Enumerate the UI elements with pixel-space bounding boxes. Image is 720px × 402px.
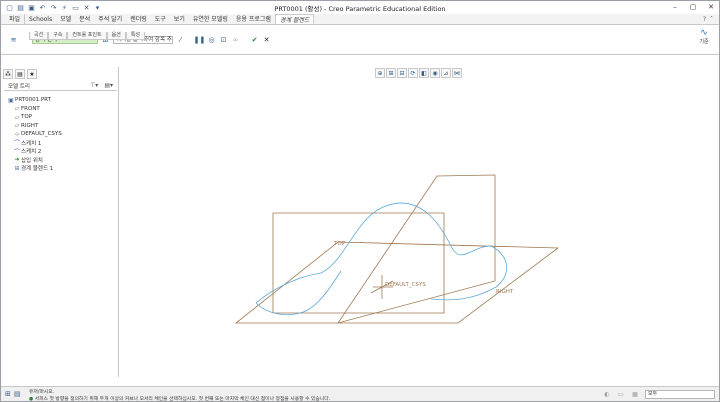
top-plane-label[interactable]: TOP — [333, 241, 346, 247]
smart-select-icon[interactable]: ◐ — [603, 391, 611, 399]
show-navigator-icon[interactable]: ⊞ — [5, 390, 11, 398]
graphics-toolbar-toggle-icon[interactable]: ▦ — [631, 391, 639, 399]
right-datum-plane[interactable] — [337, 174, 496, 324]
message-line-1: 유저/마시오. — [29, 390, 55, 395]
right-plane-label[interactable]: RIGHT — [496, 289, 514, 295]
status-bar: ⊞ ▤ 유저/마시오. ● 서피스 첫 방향을 정의하기 위해 두개 이상의 커… — [1, 386, 719, 402]
selection-count-icon[interactable]: ▭ — [617, 391, 625, 399]
message-text: 서피스 첫 방향을 정의하기 위해 두개 이상의 커브나 모서리 체인을 선택하… — [34, 397, 331, 402]
sketch-curve-2[interactable] — [255, 270, 342, 316]
csys-label[interactable]: DEFAULT_CSYS — [385, 282, 426, 288]
status-right-tools: ◐ ▭ ▦ 모두 — [603, 390, 715, 399]
front-datum-plane[interactable] — [272, 212, 445, 314]
message-line-2: ● 서피스 첫 방향을 정의하기 위해 두개 이상의 커브나 모서리 체인을 선… — [29, 395, 331, 402]
application-window: ▢ ▤ ▣ ↶ ↷ ⚡ ▭ ✕ ▾ PRT0001 (활성) - Creo Pa… — [0, 0, 720, 402]
model-viewport[interactable]: TOP DEFAULT_CSYS RIGHT — [1, 1, 720, 402]
info-icon: ● — [29, 397, 34, 402]
status-icons: ⊞ ▤ — [5, 390, 21, 398]
selection-filter[interactable]: 모두 — [645, 390, 715, 399]
show-browser-icon[interactable]: ▤ — [14, 390, 21, 398]
